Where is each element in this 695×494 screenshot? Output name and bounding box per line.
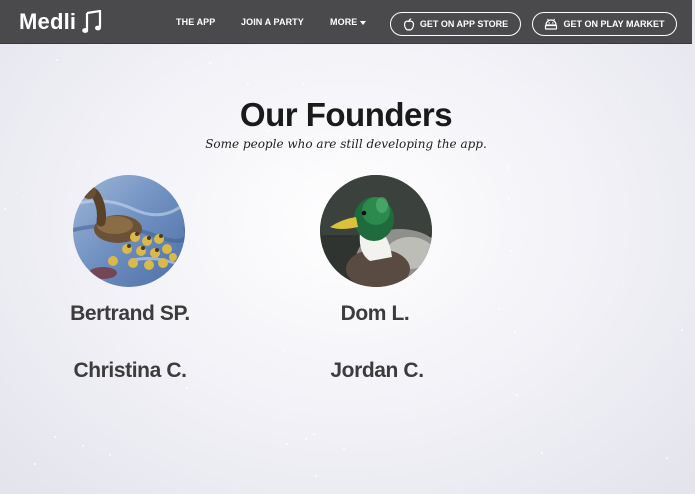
snow-speck [571, 421, 572, 422]
snow-speck [429, 87, 430, 88]
snow-speck [666, 457, 668, 459]
play-market-label: GET ON PLAY MARKET [563, 19, 665, 29]
snow-speck [54, 457, 55, 458]
snow-speck [19, 286, 20, 287]
snow-speck [452, 83, 453, 84]
snow-speck [454, 432, 455, 433]
snow-speck [4, 208, 6, 210]
snow-speck [310, 243, 311, 244]
founder-name-jordan: Jordan C. [330, 359, 424, 382]
nav-more[interactable]: MORE [330, 17, 367, 27]
snow-speck [186, 387, 188, 389]
mallard-duck-photo [320, 175, 432, 287]
snow-speck [302, 215, 304, 217]
snow-speck [35, 212, 36, 213]
snow-speck [681, 339, 682, 340]
brand-logo[interactable]: Medli [19, 9, 102, 35]
snow-speck [516, 394, 518, 396]
snow-speck [514, 331, 516, 333]
nav-join-a-party[interactable]: JOIN A PARTY [241, 17, 304, 27]
snow-speck [75, 260, 76, 261]
snow-speck [337, 296, 338, 297]
snow-speck [381, 337, 382, 338]
snow-speck [507, 167, 509, 169]
nav-the-app[interactable]: THE APP [176, 17, 215, 27]
snow-speck [286, 443, 288, 445]
snow-speck [343, 448, 345, 450]
snow-speck [338, 151, 340, 153]
navbar: Medli THE APP JOIN A PARTY MORE GET ON A… [0, 0, 692, 44]
snow-speck [161, 345, 162, 346]
snow-speck [608, 257, 609, 258]
snow-speck [158, 180, 160, 182]
snow-speck [282, 175, 284, 177]
snow-speck [109, 454, 111, 456]
snow-speck [285, 268, 287, 270]
nav-more-label: MORE [330, 17, 358, 27]
snow-speck [16, 192, 17, 193]
snow-speck [303, 89, 305, 91]
snow-speck [305, 438, 307, 440]
snow-speck [508, 198, 510, 200]
snow-speck [237, 151, 239, 153]
snow-speck [660, 276, 661, 277]
snow-speck [616, 166, 617, 167]
snow-speck [189, 205, 190, 206]
brand-name: Medli [19, 9, 77, 34]
founder-avatar-dom [320, 175, 432, 287]
snow-speck [283, 349, 285, 351]
page: Medli THE APP JOIN A PARTY MORE GET ON A… [0, 0, 692, 494]
snow-speck [339, 72, 340, 73]
snow-speck [247, 83, 249, 85]
snow-speck [681, 329, 683, 331]
snow-speck [56, 59, 58, 61]
snow-speck [335, 78, 336, 79]
founder-name-christina: Christina C. [73, 359, 187, 382]
app-store-label: GET ON APP STORE [419, 19, 509, 29]
caret-down-icon [360, 20, 367, 25]
founder-avatar-bertrand [73, 175, 185, 287]
snow-speck [309, 89, 310, 90]
snow-speck [462, 173, 463, 174]
snow-speck [657, 192, 658, 193]
snow-speck [5, 382, 6, 383]
snow-speck [34, 463, 36, 465]
snow-speck [54, 436, 56, 438]
app-store-button[interactable]: GET ON APP STORE [390, 12, 521, 36]
snow-speck [623, 282, 624, 283]
snow-speck [531, 204, 532, 205]
snow-speck [650, 403, 651, 404]
snow-speck [541, 452, 543, 454]
snow-speck [510, 250, 512, 252]
page-title: Our Founders [239, 96, 453, 133]
apple-icon [403, 17, 414, 31]
snow-speck [57, 80, 58, 81]
music-note-icon [82, 10, 102, 33]
founder-name-dom: Dom L. [340, 302, 410, 325]
snow-speck [302, 83, 304, 85]
snow-speck [498, 308, 500, 310]
play-market-button[interactable]: GET ON PLAY MARKET [532, 12, 677, 36]
page-subtitle: Some people who are still developing the… [205, 137, 487, 151]
duck-with-ducklings-photo [73, 175, 185, 287]
snow-speck [610, 467, 611, 468]
snow-speck [209, 62, 211, 64]
snow-speck [227, 62, 228, 63]
snow-speck [493, 331, 494, 332]
snow-speck [313, 433, 315, 435]
founder-name-bertrand: Bertrand SP. [70, 302, 190, 325]
snow-speck [315, 475, 317, 477]
android-icon [545, 18, 558, 30]
snow-speck [678, 246, 679, 247]
snow-speck [82, 445, 84, 447]
snow-speck [624, 313, 625, 314]
